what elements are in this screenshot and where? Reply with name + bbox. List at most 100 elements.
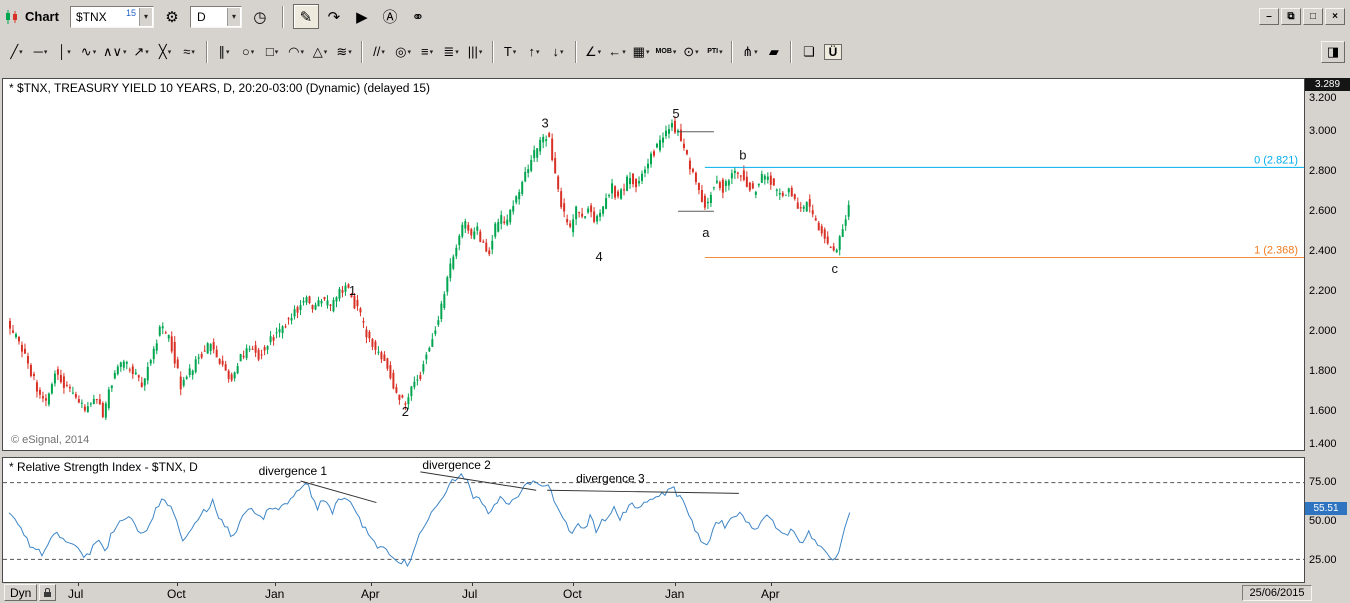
extend-line-tool[interactable]: ←▾ — [606, 38, 629, 65]
month-tick — [275, 583, 276, 586]
auto-button[interactable]: Ⓐ — [377, 4, 403, 29]
wave-label[interactable]: 1 — [349, 283, 356, 298]
triangle-tool[interactable]: △▾ — [309, 38, 332, 65]
price-axis-tick: 1.800 — [1309, 365, 1337, 377]
maximize-button[interactable]: □ — [1303, 8, 1323, 25]
symbol-interval-badge: 15 — [126, 8, 136, 18]
price-axis-tick: 2.000 — [1309, 325, 1337, 337]
rsi-value-badge: 55.51 — [1305, 502, 1347, 515]
run-button[interactable]: ▶ — [349, 4, 375, 29]
cycle-tool[interactable]: ⊙▾ — [679, 38, 702, 65]
toolbar-separator — [492, 41, 494, 63]
price-axis-tick: 1.600 — [1309, 405, 1337, 417]
fib-circles-tool[interactable]: ◎▾ — [392, 38, 415, 65]
rsi-panel[interactable]: divergence 1divergence 2divergence 3* Re… — [2, 457, 1305, 583]
wave-label[interactable]: 3 — [542, 116, 549, 131]
month-tick — [675, 583, 676, 586]
rectangle-tool[interactable]: □▾ — [261, 38, 284, 65]
horizontal-line-tool[interactable]: ─▾ — [29, 38, 52, 65]
toolbar-separator — [790, 41, 792, 63]
candlestick-series — [9, 116, 850, 420]
month-label: Jul — [462, 587, 477, 601]
toolbar-separator — [575, 41, 577, 63]
window-controls: –⧉□× — [1259, 8, 1346, 25]
zigzag-tool[interactable]: ∿▾ — [77, 38, 100, 65]
window-title: Chart — [25, 9, 59, 24]
main-tool-group: ✎↷▶Ⓐ⚭ — [293, 4, 431, 29]
fib-fan-tool[interactable]: //▾ — [368, 38, 391, 65]
arc-tool[interactable]: ◠▾ — [285, 38, 308, 65]
ripple-lines-tool[interactable]: ≈▾ — [178, 38, 201, 65]
fib-timezone-tool[interactable]: |||▾ — [464, 38, 487, 65]
panel-toggle-button[interactable]: ◨ — [1321, 41, 1345, 63]
mob-tool[interactable]: MOB▾ — [654, 38, 679, 65]
divergence-label[interactable]: divergence 2 — [422, 458, 490, 472]
arrow-line-tool[interactable]: ↗▾ — [130, 38, 153, 65]
callout-tool[interactable]: ❏ — [797, 38, 820, 65]
lock-icon — [44, 592, 51, 597]
month-label: Jan — [265, 587, 284, 601]
divergence-label[interactable]: divergence 3 — [576, 472, 645, 486]
fib-retracement-tool[interactable]: ≡▾ — [416, 38, 439, 65]
chart-title: * $TNX, TREASURY YIELD 10 YEARS, D, 20:2… — [9, 81, 430, 95]
month-label: Jan — [665, 587, 684, 601]
interval-dropdown-icon[interactable]: ▾ — [227, 8, 240, 26]
wave-label[interactable]: b — [739, 148, 746, 163]
month-tick — [573, 583, 574, 586]
drawing-toolbar: ╱▾─▾│▾∿▾∧∨▾↗▾╳▾≈▾ ∥▾○▾□▾◠▾△▾≋▾ //▾◎▾≡▾≣▾||… — [0, 33, 1350, 70]
symbol-input[interactable]: $TNX 15 ▾ — [70, 6, 154, 28]
wave-label[interactable]: a — [702, 225, 710, 240]
rsi-line — [9, 474, 850, 566]
month-tick — [78, 583, 79, 586]
pti-tool[interactable]: PTI▾ — [703, 38, 726, 65]
grid-tool[interactable]: ▦▾ — [630, 38, 653, 65]
symbol-dropdown-icon[interactable]: ▾ — [139, 8, 152, 26]
wave-label[interactable]: c — [831, 261, 838, 276]
text-tool[interactable]: T▾ — [499, 38, 522, 65]
regression-tool[interactable]: ∠▾ — [582, 38, 605, 65]
crossing-lines-tool[interactable]: ╳▾ — [154, 38, 177, 65]
time-settings-button[interactable]: ◷ — [247, 4, 273, 29]
arrow-up-tool[interactable]: ↑▾ — [523, 38, 546, 65]
price-axis-tick: 3.200 — [1309, 92, 1337, 104]
price-axis-tick: 2.200 — [1309, 285, 1337, 297]
trend-line-tool[interactable]: ╱▾ — [5, 38, 28, 65]
interval-select[interactable]: D ▾ — [190, 6, 242, 28]
fib-retracement-lines[interactable]: 0 (2.821)1 (2.368) — [705, 154, 1304, 257]
eraser-tool[interactable]: ▰ — [762, 38, 785, 65]
divergence-label[interactable]: divergence 1 — [259, 464, 328, 478]
titlebar: Chart $TNX 15 ▾ ⚙ D ▾ ◷ ✎↷▶Ⓐ⚭ –⧉□× — [0, 0, 1350, 33]
rsi-axis[interactable]: 55.51 75.0050.0025.00 — [1305, 457, 1350, 583]
arrow-down-tool[interactable]: ↓▾ — [547, 38, 570, 65]
link-button[interactable]: ⚭ — [405, 4, 431, 29]
elliott-wave-labels[interactable]: 1 2 3 4 5 a b c — [349, 106, 839, 419]
rsi-axis-tick: 25.00 — [1309, 554, 1337, 566]
restore-button[interactable]: ⧉ — [1281, 8, 1301, 25]
price-chart-canvas[interactable]: 0 (2.821)1 (2.368) 1 2 3 4 5 a b c * $TNX, TREASU… — [3, 79, 1304, 450]
month-tick — [771, 583, 772, 586]
dynamic-mode-button[interactable]: Dyn — [4, 584, 37, 601]
drawing-pencil-button[interactable]: ✎ — [293, 4, 319, 29]
u-clip-tool[interactable]: Ü — [821, 38, 844, 65]
minimize-button[interactable]: – — [1259, 8, 1279, 25]
wave-pattern-tool[interactable]: ∧∨▾ — [101, 38, 129, 65]
price-axis[interactable]: 3.289 3.2003.0002.8002.6002.4002.2002.00… — [1305, 78, 1350, 451]
close-button[interactable]: × — [1325, 8, 1345, 25]
wave-label[interactable]: 5 — [672, 106, 679, 121]
price-axis-tick: 2.800 — [1309, 165, 1337, 177]
month-label: Oct — [167, 587, 186, 601]
pitchfork-tool[interactable]: ⋔▾ — [738, 38, 761, 65]
price-chart-panel[interactable]: 0 (2.821)1 (2.368) 1 2 3 4 5 a b c * $TNX, TREASU… — [2, 78, 1305, 451]
wave-label[interactable]: 2 — [402, 404, 409, 419]
vertical-line-tool[interactable]: │▾ — [53, 38, 76, 65]
wave-label[interactable]: 4 — [595, 249, 602, 264]
fib-extension-tool[interactable]: ≣▾ — [440, 38, 463, 65]
parallel-lines-tool[interactable]: ∥▾ — [213, 38, 236, 65]
ellipse-tool[interactable]: ○▾ — [237, 38, 260, 65]
rsi-chart-canvas[interactable]: divergence 1divergence 2divergence 3* Re… — [3, 458, 1304, 582]
time-axis[interactable]: Dyn 25/06/2015 JulOctJanAprJulOctJanApr — [2, 583, 1350, 603]
redo-button[interactable]: ↷ — [321, 4, 347, 29]
scale-lock-button[interactable] — [39, 584, 56, 601]
symbol-settings-button[interactable]: ⚙ — [159, 4, 185, 29]
hatch-tool[interactable]: ≋▾ — [333, 38, 356, 65]
